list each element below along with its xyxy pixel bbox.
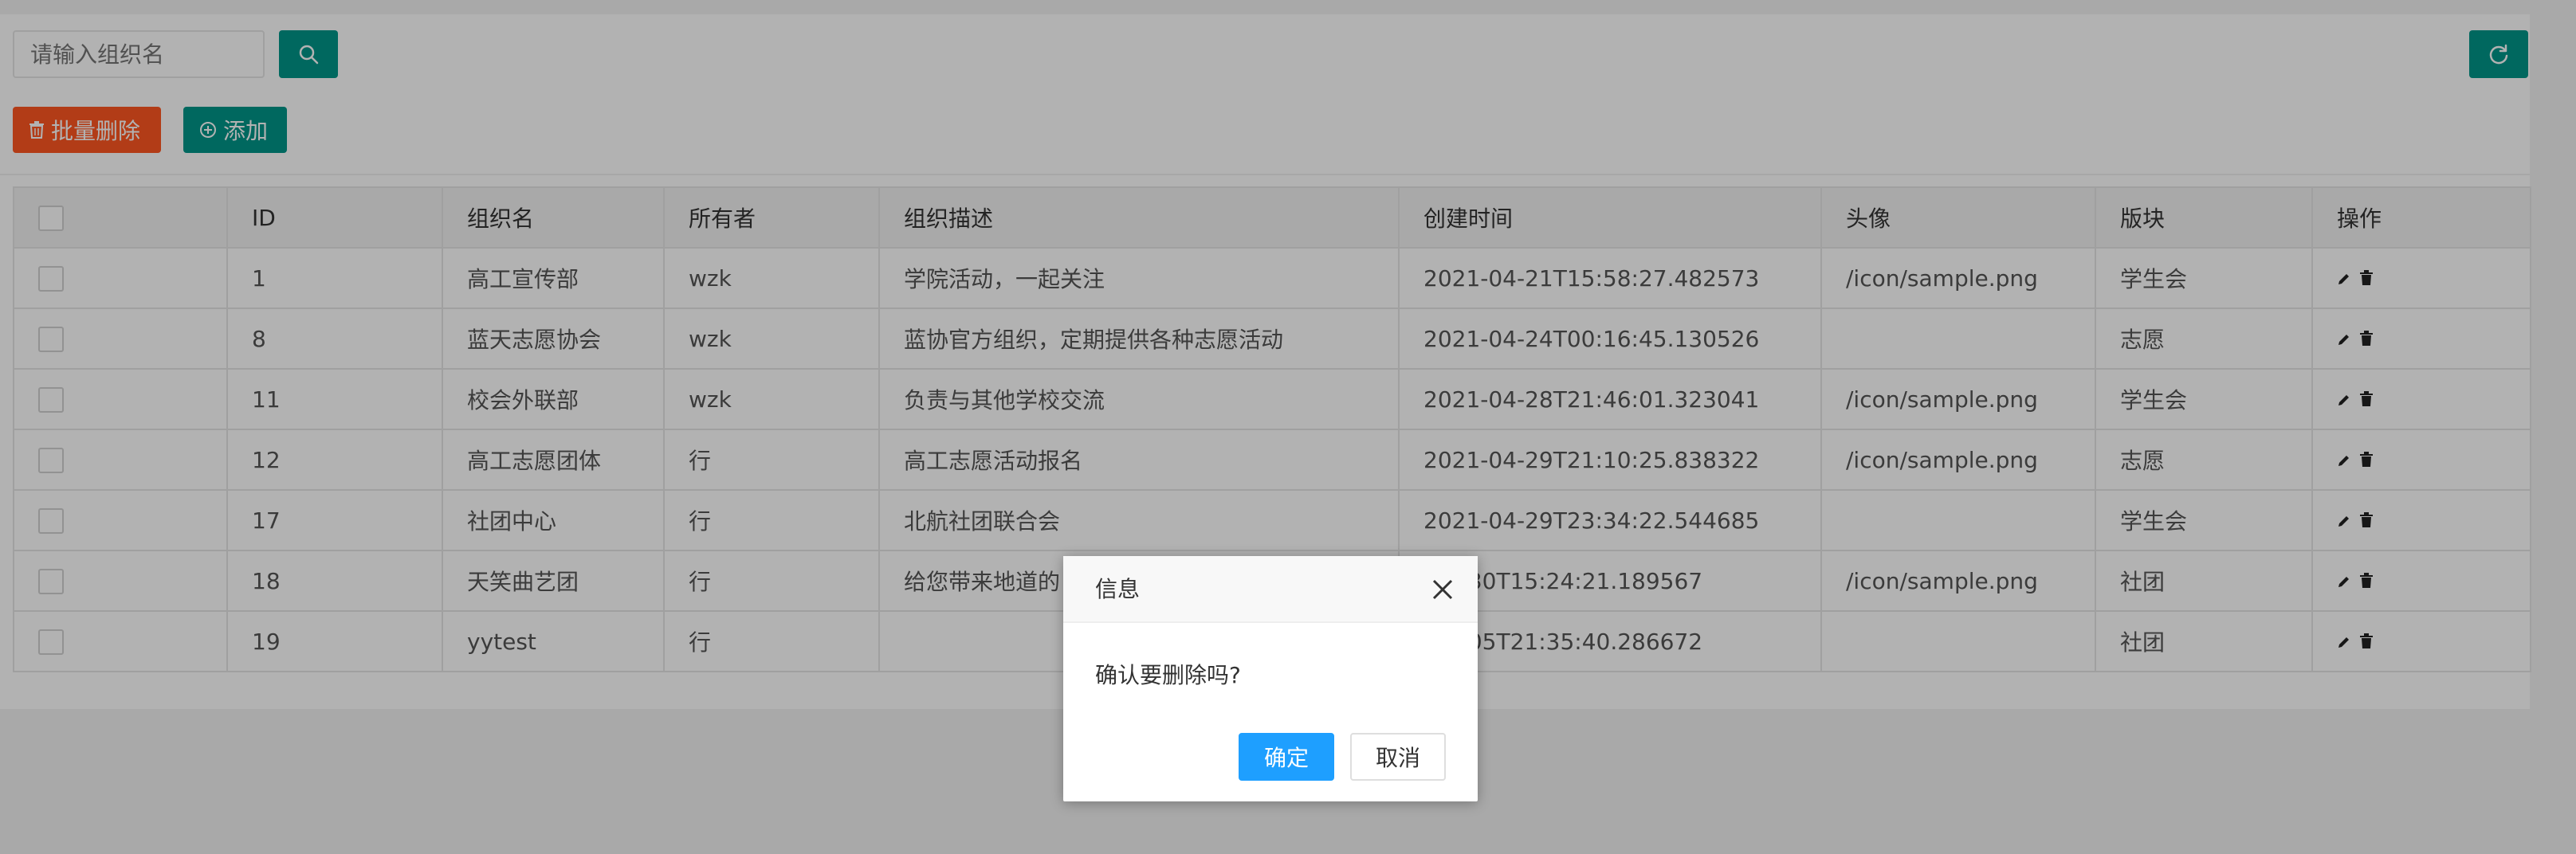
close-icon[interactable] [1431,578,1454,601]
cancel-button[interactable]: 取消 [1350,733,1446,781]
dialog-title: 信息 [1095,576,1141,602]
dialog-message: 确认要删除吗? [1095,662,1241,688]
dialog-header: 信息 [1063,556,1478,623]
confirm-dialog: 信息 确认要删除吗? 确定 取消 [1063,556,1478,801]
confirm-button[interactable]: 确定 [1239,733,1334,781]
